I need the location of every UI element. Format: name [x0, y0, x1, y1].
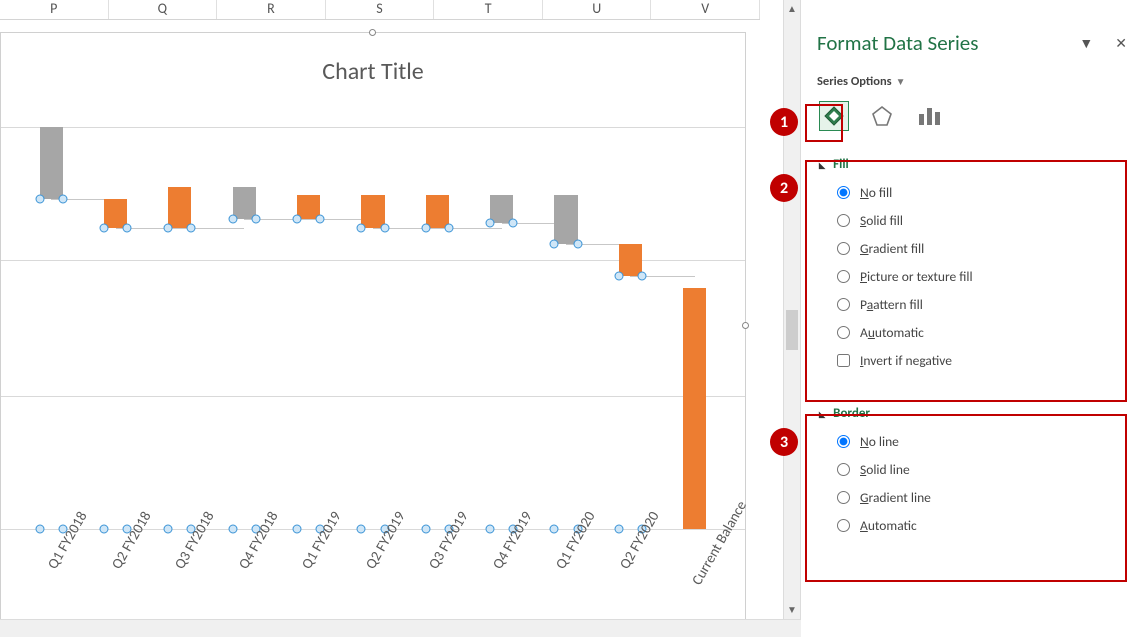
selection-marker[interactable] [187, 223, 196, 232]
bar-slot [19, 127, 83, 529]
no-line-radio[interactable]: No line [837, 433, 1127, 450]
bar-increase[interactable] [361, 195, 384, 227]
bar-decrease[interactable] [554, 195, 577, 243]
callout-badge: 3 [770, 428, 798, 456]
bar-slot [405, 127, 469, 529]
selection-marker[interactable] [637, 271, 646, 280]
gradient-fill-radio[interactable]: Gradient fill [837, 240, 1127, 257]
vertical-scrollbar[interactable]: ▲ ▼ [783, 0, 801, 619]
selection-marker[interactable] [421, 223, 430, 232]
invert-negative-checkbox[interactable]: Invert if negative [837, 352, 1127, 369]
selection-marker[interactable] [550, 239, 559, 248]
bar-slot [276, 127, 340, 529]
bar-increase[interactable] [619, 244, 642, 276]
gradient-line-radio[interactable]: Gradient line [837, 489, 1127, 506]
bar-slot [598, 127, 662, 529]
col-header[interactable]: T [434, 0, 543, 19]
chart[interactable]: Chart Title [0, 32, 746, 620]
fill-section: Fill No fill Solid fill Gradient fill Pi… [817, 153, 1127, 388]
selection-marker[interactable] [573, 239, 582, 248]
plot-area[interactable] [1, 127, 745, 529]
resize-handle[interactable] [369, 29, 376, 36]
col-header[interactable]: P [0, 0, 109, 19]
col-header[interactable]: Q [109, 0, 218, 19]
col-header[interactable]: V [651, 0, 760, 19]
selection-marker[interactable] [444, 223, 453, 232]
selection-marker[interactable] [164, 223, 173, 232]
selection-marker[interactable] [614, 271, 623, 280]
border-section: Border No line Solid line Gradient line … [817, 402, 1127, 553]
callout-badge: 1 [770, 108, 798, 136]
bar-increase[interactable] [168, 187, 191, 227]
bar-slot [341, 127, 405, 529]
pane-close-icon[interactable]: ✕ [1115, 35, 1127, 52]
bar-slot [534, 127, 598, 529]
selection-marker[interactable] [486, 219, 495, 228]
solid-fill-radio[interactable]: Solid fill [837, 212, 1127, 229]
series-options-tab-icon[interactable] [915, 101, 945, 131]
bar-slot [148, 127, 212, 529]
selection-marker[interactable] [509, 219, 518, 228]
pane-title: Format Data Series ▼ ✕ [817, 30, 1127, 56]
format-pane: Format Data Series ▼ ✕ Series Options▼ F… [803, 20, 1143, 637]
col-header[interactable]: R [217, 0, 326, 19]
col-header[interactable]: U [543, 0, 652, 19]
scroll-up-arrow[interactable]: ▲ [784, 0, 800, 18]
bar-slot [663, 127, 727, 529]
bars [19, 127, 727, 529]
selection-marker[interactable] [380, 223, 389, 232]
selection-marker[interactable] [35, 195, 44, 204]
bar-slot [470, 127, 534, 529]
fill-header[interactable]: Fill [817, 157, 1127, 172]
bar-increase[interactable] [426, 195, 449, 227]
series-options-dropdown[interactable]: Series Options▼ [817, 74, 1127, 89]
automatic-fill-radio[interactable]: Auutomatic [837, 324, 1127, 341]
bar-decrease[interactable] [233, 187, 256, 219]
fill-line-tab-icon[interactable] [819, 101, 849, 131]
scroll-thumb[interactable] [786, 310, 798, 350]
selection-marker[interactable] [123, 223, 132, 232]
bar-total[interactable] [683, 288, 706, 529]
selection-marker[interactable] [316, 215, 325, 224]
selection-marker[interactable] [99, 223, 108, 232]
automatic-line-radio[interactable]: Automatic [837, 517, 1127, 534]
border-header[interactable]: Border [817, 406, 1127, 421]
x-axis-labels: Q1 FY2018 Q2 FY2018 Q3 FY2018 Q4 FY2018 … [19, 527, 727, 619]
bar-slot [83, 127, 147, 529]
pattern-fill-radio[interactable]: Paattern fill [837, 296, 1127, 313]
pane-menu-icon[interactable]: ▼ [1079, 35, 1093, 52]
col-header[interactable]: S [326, 0, 435, 19]
column-header-row: P Q R S T U V [0, 0, 760, 20]
selection-marker[interactable] [58, 195, 67, 204]
selection-marker[interactable] [251, 215, 260, 224]
option-tabs [817, 101, 1127, 131]
selection-marker[interactable] [357, 223, 366, 232]
horizontal-scrollbar[interactable] [0, 619, 801, 637]
chart-title[interactable]: Chart Title [1, 33, 745, 104]
picture-fill-radio[interactable]: Picture or texture fill [837, 268, 1127, 285]
bar-decrease[interactable] [40, 127, 63, 199]
solid-line-radio[interactable]: Solid line [837, 461, 1127, 478]
callout-badge: 2 [770, 174, 798, 202]
effects-tab-icon[interactable] [867, 101, 897, 131]
scroll-down-arrow[interactable]: ▼ [784, 601, 800, 619]
bar-slot [212, 127, 276, 529]
selection-marker[interactable] [228, 215, 237, 224]
no-fill-radio[interactable]: No fill [837, 184, 1127, 201]
selection-marker[interactable] [293, 215, 302, 224]
